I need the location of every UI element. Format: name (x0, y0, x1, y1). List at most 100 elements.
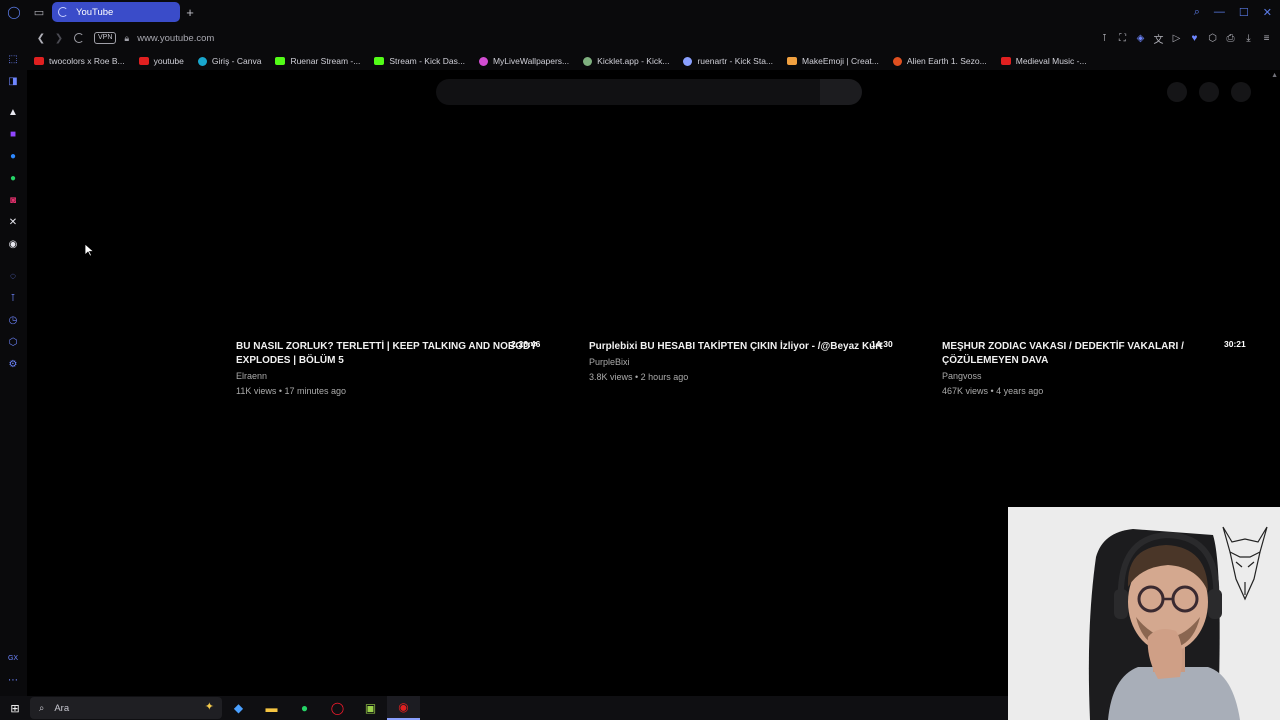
pin-icon[interactable]: ⊺ (1099, 33, 1110, 44)
tab-youtube[interactable]: YouTube (52, 2, 180, 22)
youtube-icon (34, 57, 44, 65)
bookmark-item[interactable]: Medieval Music -... (1000, 56, 1087, 66)
youtube-icon (1000, 57, 1011, 65)
channel-name[interactable]: Pangvoss (942, 370, 1242, 383)
messenger-icon[interactable]: ● (6, 149, 20, 163)
opera-menu-icon[interactable]: ◯ (0, 0, 28, 24)
whatsapp-icon[interactable]: ● (288, 696, 321, 720)
stop-loading-icon[interactable] (74, 33, 84, 43)
globe-icon (683, 56, 693, 66)
file-explorer-icon[interactable]: ▬ (255, 696, 288, 720)
new-tab-button[interactable]: + (180, 0, 200, 24)
video-meta: 3.8K views • 2 hours ago (589, 372, 689, 382)
tab-manager-icon[interactable]: ▭ (28, 0, 50, 24)
shield-icon[interactable]: ◈ (1135, 33, 1146, 44)
bookmark-item[interactable]: ruenartr - Kick Sta... (683, 56, 773, 66)
video-title[interactable]: BU NASIL ZORLUK? TERLETTİ | KEEP TALKING… (236, 340, 556, 368)
channel-name[interactable]: Elraenn (236, 370, 556, 383)
maximize-button[interactable]: ☐ (1239, 6, 1249, 19)
extensions-icon[interactable]: ⬡ (1207, 33, 1218, 44)
url-field[interactable]: www.youtube.com (137, 33, 214, 44)
settings-icon[interactable]: ⚙ (6, 357, 20, 371)
lock-icon[interactable]: 🔒︎ (124, 33, 129, 44)
channel-name[interactable]: PurpleBixi (589, 356, 899, 369)
workspace-icon[interactable]: ◨ (6, 74, 20, 88)
pinboard-icon[interactable]: ⊺ (6, 291, 20, 305)
address-bar: ❮ ❯ VPN 🔒︎ www.youtube.com ⊺ ⛶ ◈ 文 ▷ ♥ ⬡… (0, 24, 1280, 52)
makeemoji-icon (787, 57, 798, 65)
canva-icon (197, 56, 207, 66)
wallet-icon[interactable]: ⎙ (1225, 33, 1236, 44)
start-icon[interactable]: ⊞ (0, 696, 30, 720)
video-meta: 467K views • 4 years ago (942, 386, 1044, 396)
taskbar: ⊞ ⌕ Ara ✦ ◆ ▬ ● ◯ ▣ ◉ (0, 696, 1008, 720)
window-controls: ⌕ — ☐ ✕ (1194, 0, 1272, 24)
bookmark-item[interactable]: Giriş - Canva (197, 56, 261, 66)
video-meta: 11K views • 17 minutes ago (236, 386, 347, 396)
search-tabs-icon[interactable]: ⌕ (1194, 6, 1200, 19)
kick-icon (374, 57, 385, 65)
back-button[interactable]: ❮ (32, 24, 50, 52)
flow-icon[interactable]: ◌ (6, 269, 20, 283)
close-button[interactable]: ✕ (1263, 6, 1272, 19)
opera-icon[interactable]: ◯ (321, 696, 354, 720)
player-icon[interactable]: ▷ (1171, 33, 1182, 44)
bookmark-item[interactable]: youtube (138, 56, 184, 66)
video-card[interactable]: BU NASIL ZORLUK? TERLETTİ | KEEP TALKING… (236, 340, 556, 398)
mouse-cursor-icon (85, 244, 94, 257)
bookmark-item[interactable]: Ruenar Stream -... (275, 56, 360, 66)
search-icon: ⌕ (39, 702, 45, 714)
scroll-up-icon[interactable]: ▲ (1271, 72, 1278, 79)
menu-icon[interactable]: ≡ (1261, 33, 1272, 44)
x-icon[interactable]: ✕ (6, 215, 20, 229)
bookmark-item[interactable]: Stream - Kick Das... (374, 56, 465, 66)
copilot-sparkle-icon: ✦ (204, 701, 214, 713)
workspace-icon[interactable]: ⬚ (6, 52, 20, 66)
tab-title: YouTube (76, 6, 114, 18)
app-icon[interactable]: ▣ (354, 696, 387, 720)
twitch-icon[interactable]: ■ (6, 127, 20, 141)
instagram-icon[interactable]: ◙ (6, 193, 20, 207)
taskbar-search[interactable]: ⌕ Ara ✦ (30, 697, 222, 719)
video-card[interactable]: MEŞHUR ZODIAC VAKASI / DEDEKTİF VAKALARI… (942, 340, 1242, 398)
video-title[interactable]: MEŞHUR ZODIAC VAKASI / DEDEKTİF VAKALARI… (942, 340, 1242, 368)
opera-gx-icon[interactable]: ◉ (387, 696, 420, 720)
bookmark-item[interactable]: Kicklet.app - Kick... (583, 56, 669, 66)
minimize-button[interactable]: — (1214, 6, 1225, 18)
download-icon[interactable]: ⤓ (1243, 33, 1254, 44)
translate-icon[interactable]: 文 (1153, 31, 1164, 46)
wallpaper-icon (478, 56, 488, 66)
history-icon[interactable]: ◷ (6, 313, 20, 327)
bookmark-item[interactable]: twocolors x Roe B... (34, 56, 125, 66)
loading-spinner-icon (58, 7, 68, 17)
discord-icon[interactable]: ◉ (6, 237, 20, 251)
taskbar-search-placeholder: Ara (54, 702, 70, 714)
header-icon-placeholder[interactable] (1199, 82, 1219, 102)
bookmark-item[interactable]: Alien Earth 1. Sezo... (892, 56, 987, 66)
video-card[interactable]: Purplebixi BU HESABI TAKİPTEN ÇIKIN İzli… (589, 340, 899, 384)
video-title[interactable]: Purplebixi BU HESABI TAKİPTEN ÇIKIN İzli… (589, 340, 899, 354)
avatar-placeholder[interactable] (1231, 82, 1251, 102)
forward-button[interactable]: ❯ (50, 24, 68, 52)
youtube-icon (138, 57, 149, 65)
gx-icon[interactable]: GX (6, 651, 20, 665)
search-button-placeholder[interactable] (820, 79, 862, 105)
bookmark-item[interactable]: MyLiveWallpapers... (478, 56, 569, 66)
search-input-placeholder[interactable] (436, 79, 820, 105)
link-icon (892, 56, 902, 66)
vpn-badge[interactable]: VPN (94, 32, 117, 44)
whatsapp-icon[interactable]: ● (6, 171, 20, 185)
copilot-icon[interactable]: ◆ (222, 696, 255, 720)
heart-icon[interactable]: ♥ (1189, 33, 1200, 44)
aria-icon[interactable]: ▲ (6, 105, 20, 119)
header-icon-placeholder[interactable] (1167, 82, 1187, 102)
tab-bar: ◯ ▭ YouTube + ⌕ — ☐ ✕ (0, 0, 1280, 24)
toolbar-icons: ⊺ ⛶ ◈ 文 ▷ ♥ ⬡ ⎙ ⤓ ≡ (1099, 24, 1272, 52)
webcam-overlay (1008, 507, 1280, 720)
kick-icon (275, 57, 286, 65)
extensions-icon[interactable]: ⬡ (6, 335, 20, 349)
more-icon[interactable]: ⋯ (6, 673, 20, 687)
browser-sidebar: ⬚ ◨ ▲ ■ ● ● ◙ ✕ ◉ ◌ ⊺ ◷ ⬡ ⚙ GX ⋯ (0, 24, 27, 696)
snapshot-icon[interactable]: ⛶ (1117, 33, 1128, 44)
bookmark-item[interactable]: MakeEmoji | Creat... (787, 56, 879, 66)
